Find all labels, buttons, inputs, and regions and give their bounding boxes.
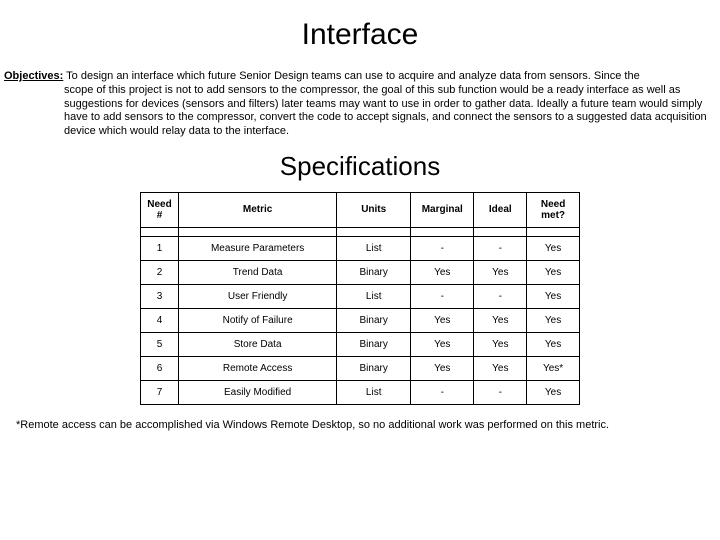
cell-marginal: Yes (411, 308, 474, 332)
cell-ideal: Yes (474, 332, 527, 356)
table-row: 2Trend DataBinaryYesYesYes (141, 260, 580, 284)
cell-marginal: Yes (411, 356, 474, 380)
col-metric: Metric (178, 192, 336, 227)
cell-need_met: Yes (527, 308, 580, 332)
cell-metric: Measure Parameters (178, 236, 336, 260)
cell-need_met: Yes (527, 284, 580, 308)
cell-ideal: Yes (474, 260, 527, 284)
cell-need_met: Yes (527, 236, 580, 260)
cell-metric: Trend Data (178, 260, 336, 284)
cell-ideal: - (474, 284, 527, 308)
cell-need_met: Yes (527, 380, 580, 404)
cell-marginal: - (411, 236, 474, 260)
cell-need_met: Yes (527, 260, 580, 284)
cell-units: Binary (337, 308, 411, 332)
cell-ideal: Yes (474, 356, 527, 380)
cell-need_no: 6 (141, 356, 179, 380)
cell-metric: Remote Access (178, 356, 336, 380)
table-header-row: Need # Metric Units Marginal Ideal Need … (141, 192, 580, 227)
cell-ideal: - (474, 236, 527, 260)
objectives-paragraph: Objectives: To design an interface which… (4, 70, 716, 139)
cell-need_met: Yes* (527, 356, 580, 380)
table-row: 1Measure ParametersList--Yes (141, 236, 580, 260)
cell-ideal: Yes (474, 308, 527, 332)
cell-need_no: 7 (141, 380, 179, 404)
objectives-label: Objectives: (4, 70, 63, 82)
table-row: 3User FriendlyList--Yes (141, 284, 580, 308)
col-ideal: Ideal (474, 192, 527, 227)
cell-units: Binary (337, 356, 411, 380)
cell-units: Binary (337, 260, 411, 284)
cell-marginal: - (411, 380, 474, 404)
col-need-no: Need # (141, 192, 179, 227)
specifications-table: Need # Metric Units Marginal Ideal Need … (140, 192, 580, 405)
slide: Interface Objectives: To design an inter… (0, 0, 720, 540)
cell-units: List (337, 236, 411, 260)
cell-need_no: 3 (141, 284, 179, 308)
cell-need_met: Yes (527, 332, 580, 356)
cell-ideal: - (474, 380, 527, 404)
specifications-title: Specifications (4, 151, 716, 182)
cell-units: List (337, 380, 411, 404)
cell-need_no: 5 (141, 332, 179, 356)
table-spacer-row (141, 227, 580, 236)
col-marginal: Marginal (411, 192, 474, 227)
col-need-met: Need met? (527, 192, 580, 227)
cell-marginal: Yes (411, 332, 474, 356)
cell-metric: Store Data (178, 332, 336, 356)
table-row: 6Remote AccessBinaryYesYesYes* (141, 356, 580, 380)
cell-marginal: - (411, 284, 474, 308)
col-units: Units (337, 192, 411, 227)
cell-metric: Notify of Failure (178, 308, 336, 332)
page-title: Interface (4, 18, 716, 52)
table-row: 7Easily ModifiedList--Yes (141, 380, 580, 404)
cell-need_no: 1 (141, 236, 179, 260)
cell-metric: Easily Modified (178, 380, 336, 404)
footnote: *Remote access can be accomplished via W… (16, 419, 712, 431)
objectives-first-line: To design an interface which future Seni… (63, 70, 639, 82)
table-row: 4Notify of FailureBinaryYesYesYes (141, 308, 580, 332)
cell-units: Binary (337, 332, 411, 356)
cell-units: List (337, 284, 411, 308)
cell-need_no: 4 (141, 308, 179, 332)
objectives-rest: scope of this project is not to add sens… (4, 84, 716, 139)
cell-need_no: 2 (141, 260, 179, 284)
cell-metric: User Friendly (178, 284, 336, 308)
cell-marginal: Yes (411, 260, 474, 284)
table-row: 5Store DataBinaryYesYesYes (141, 332, 580, 356)
